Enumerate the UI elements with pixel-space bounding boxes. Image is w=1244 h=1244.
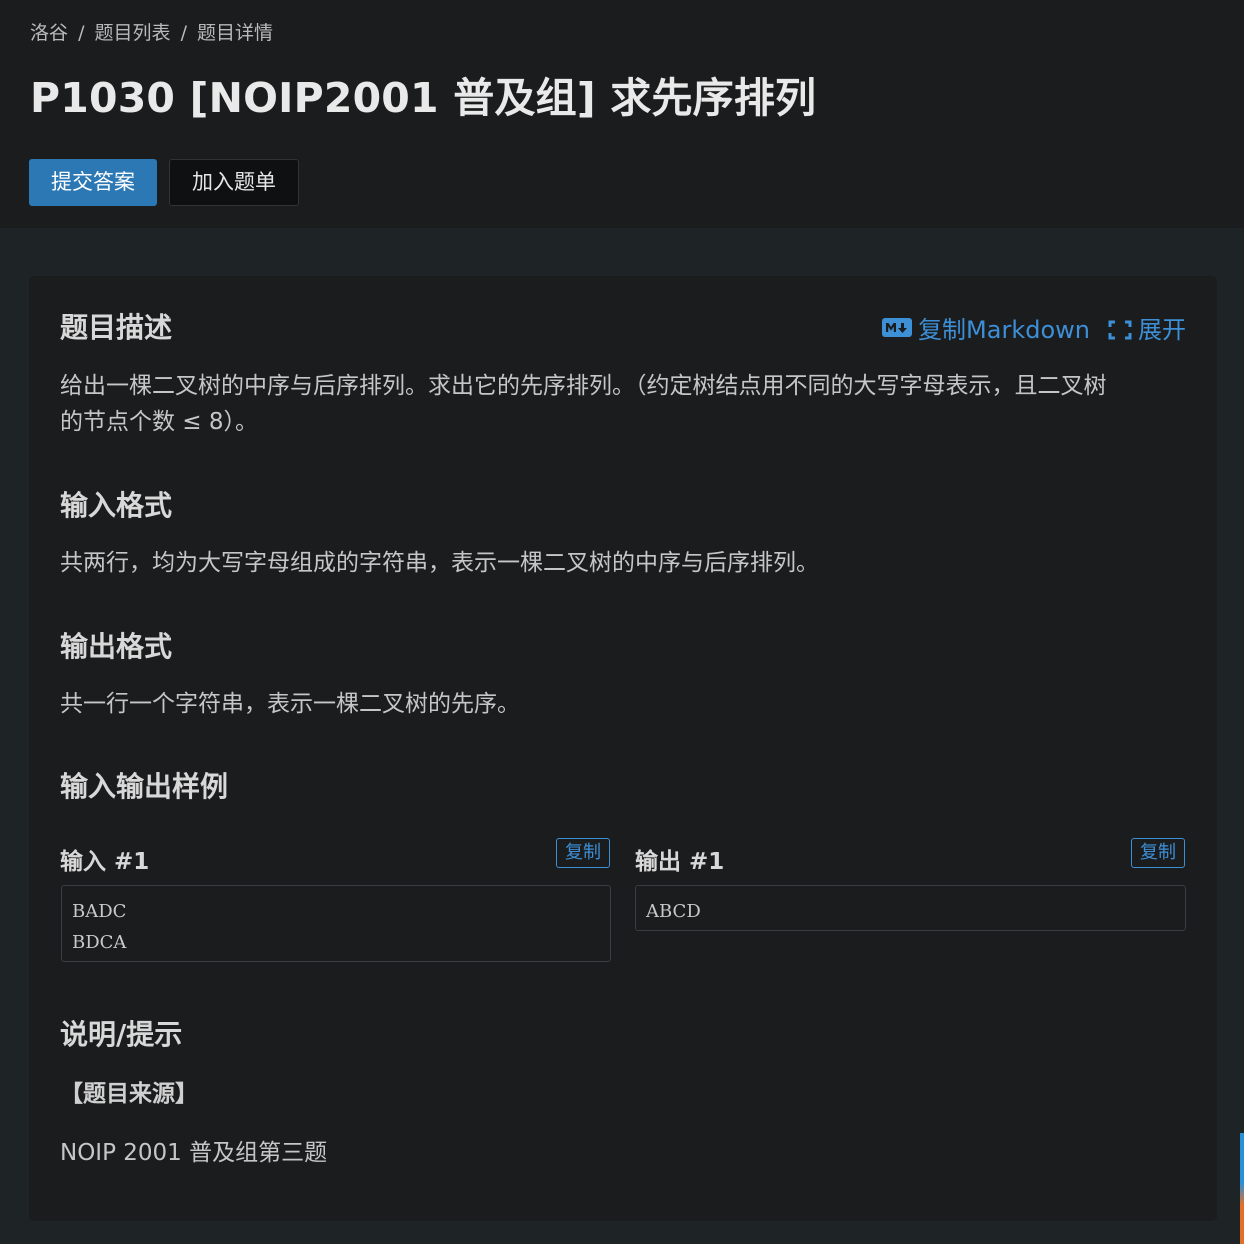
expand-icon (1108, 318, 1132, 339)
add-to-list-button[interactable]: 加入题单 (169, 159, 299, 206)
copy-markdown-button[interactable]: 复制Markdown (882, 310, 1090, 345)
content-actions: 复制Markdown 展开 (882, 310, 1186, 345)
problem-content-card: 题目描述 复制Markdown 展开 给出一棵二叉树的中序与后序排列。求出它的先… (29, 276, 1217, 1221)
page-header: 洛谷 / 题目列表 / 题目详情 P1030 [NOIP2001 普及组] 求先… (0, 0, 1244, 228)
description-title: 题目描述 (60, 311, 173, 344)
floating-widget-edge[interactable] (1240, 1133, 1244, 1244)
copy-output-button[interactable]: 复制 (1131, 838, 1185, 868)
source-label: 【题目来源】 (60, 1081, 198, 1107)
breadcrumb: 洛谷 / 题目列表 / 题目详情 (30, 18, 273, 45)
sample-output-label: 输出 #1 (635, 849, 725, 875)
page-title: P1030 [NOIP2001 普及组] 求先序排列 (30, 74, 817, 122)
breadcrumb-separator: / (180, 22, 187, 44)
description-text-line-1: 给出一棵二叉树的中序与后序排列。求出它的先序排列。（约定树结点用不同的大写字母表… (60, 373, 1107, 399)
sample-input-box[interactable]: BADC BDCA (61, 885, 611, 962)
samples-title: 输入输出样例 (60, 770, 229, 803)
copy-input-button[interactable]: 复制 (556, 838, 610, 868)
output-format-title: 输出格式 (60, 630, 173, 663)
sample-input-line: BADC (72, 901, 127, 922)
input-format-title: 输入格式 (60, 489, 173, 522)
breadcrumb-item-problem-detail: 题目详情 (197, 22, 274, 44)
sample-output-box[interactable]: ABCD (635, 885, 1186, 931)
breadcrumb-item-home[interactable]: 洛谷 (30, 22, 68, 44)
sample-input-line: BDCA (72, 932, 127, 953)
source-text: NOIP 2001 普及组第三题 (60, 1140, 328, 1166)
submit-answer-button[interactable]: 提交答案 (29, 159, 157, 206)
expand-button[interactable]: 展开 (1090, 310, 1186, 345)
breadcrumb-item-problem-list[interactable]: 题目列表 (95, 22, 171, 44)
output-format-text: 共一行一个字符串，表示一棵二叉树的先序。 (60, 691, 520, 717)
copy-markdown-label: 复制Markdown (918, 316, 1090, 344)
breadcrumb-separator: / (78, 22, 85, 44)
expand-label: 展开 (1138, 316, 1186, 344)
sample-output-line: ABCD (646, 901, 701, 922)
hint-title: 说明/提示 (60, 1018, 183, 1051)
description-text-line-2: 的节点个数 ≤ 8）。 (60, 409, 259, 435)
markdown-icon (882, 318, 913, 337)
sample-input-label: 输入 #1 (60, 849, 150, 875)
input-format-text: 共两行，均为大写字母组成的字符串，表示一棵二叉树的中序与后序排列。 (60, 550, 819, 576)
